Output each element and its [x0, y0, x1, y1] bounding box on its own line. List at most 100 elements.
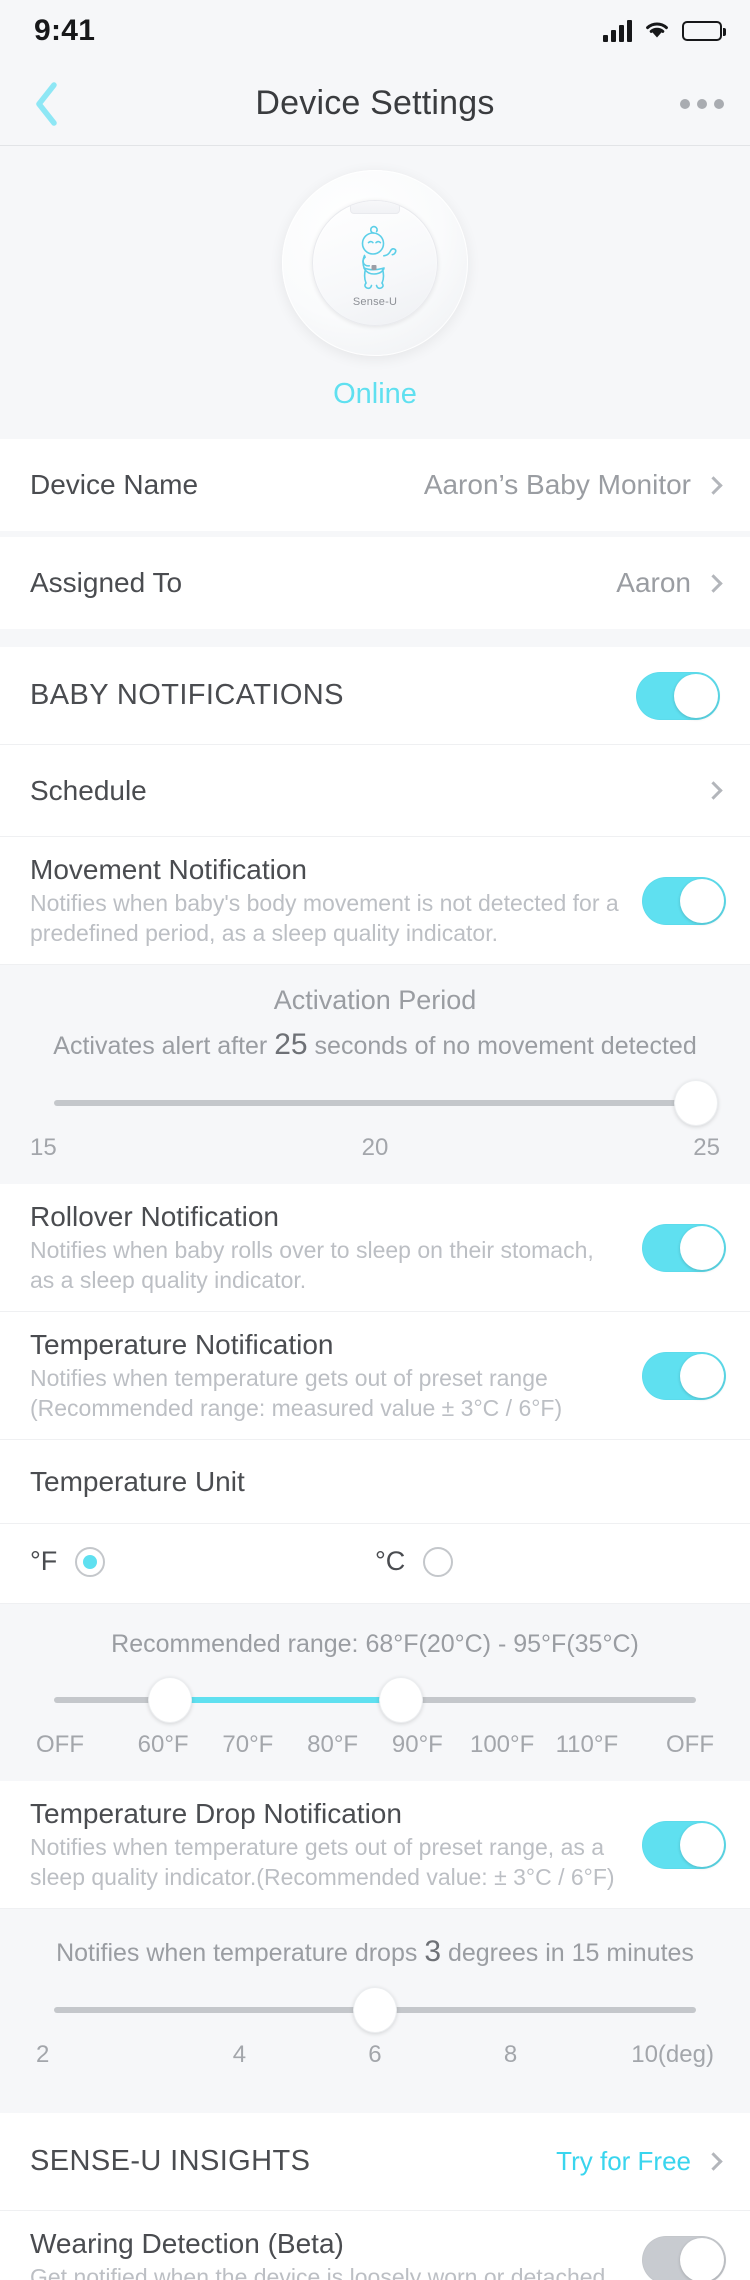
- baby-notifications-toggle[interactable]: [636, 671, 720, 720]
- status-bar: 9:41: [0, 0, 750, 62]
- assigned-to-value: Aaron: [616, 567, 691, 598]
- temperature-drop-slider[interactable]: [54, 1987, 696, 2034]
- movement-notification-row: Movement Notification Notifies when baby…: [0, 837, 750, 966]
- schedule-label: Schedule: [30, 774, 147, 806]
- activation-period-ticks: 15 20 25: [30, 1134, 720, 1162]
- device-name-row[interactable]: Device Name Aaron’s Baby Monitor: [0, 439, 750, 531]
- temperature-drop-notification-title: Temperature Drop Notification: [30, 1798, 402, 1830]
- temperature-unit-option-celsius[interactable]: °C: [375, 1546, 720, 1577]
- nav-bar: Device Settings: [0, 62, 750, 146]
- tick-label: 25: [693, 1134, 720, 1162]
- chevron-left-icon: [36, 81, 57, 126]
- schedule-row[interactable]: Schedule: [0, 745, 750, 837]
- temperature-drop-caption-before: Notifies when temperature drops: [56, 1939, 425, 1968]
- slider-thumb-low[interactable]: [147, 1677, 192, 1724]
- tick-label: 80°F: [307, 1731, 359, 1759]
- temperature-range-ticks: OFF 60°F 70°F 80°F 90°F 100°F 110°F OFF: [30, 1731, 720, 1759]
- wearing-detection-title: Wearing Detection (Beta): [30, 2228, 344, 2260]
- tick-label: OFF: [666, 1731, 714, 1759]
- more-horizontal-icon-dot: [697, 98, 707, 109]
- more-options-button[interactable]: [680, 98, 724, 109]
- slider-thumb[interactable]: [674, 1080, 718, 1127]
- activation-period-title: Activation Period: [273, 985, 477, 1016]
- assigned-to-row[interactable]: Assigned To Aaron: [0, 537, 750, 629]
- assigned-to-label: Assigned To: [30, 567, 183, 598]
- activation-period-slider[interactable]: [54, 1080, 718, 1127]
- baby-notifications-title: BABY NOTIFICATIONS: [30, 679, 344, 711]
- temperature-drop-notification-row: Temperature Drop Notification Notifies w…: [0, 1781, 750, 1910]
- baby-notifications-header: BABY NOTIFICATIONS: [0, 647, 750, 745]
- temperature-drop-value: 3: [424, 1935, 441, 1969]
- device-status-badge: Online: [333, 378, 417, 410]
- try-for-free-button[interactable]: Try for Free: [556, 2146, 723, 2177]
- tick-label: 90°F: [391, 1731, 443, 1759]
- section-spacer: [0, 629, 750, 647]
- sense-u-baby-monitor-device: Sense-U: [312, 200, 438, 326]
- tick-label: 8: [503, 2041, 518, 2069]
- tick-label: OFF: [36, 1731, 84, 1759]
- tick-label: 10(deg): [631, 2041, 714, 2069]
- device-brand-label: Sense-U: [352, 296, 398, 308]
- wearing-detection-row: Wearing Detection (Beta) Get notified wh…: [0, 2211, 750, 2280]
- device-name-label: Device Name: [30, 469, 199, 500]
- slider-thumb-high[interactable]: [378, 1677, 423, 1724]
- baby-icon: [349, 224, 401, 295]
- temperature-drop-notification-toggle[interactable]: [642, 1820, 726, 1869]
- back-button[interactable]: [18, 76, 74, 132]
- device-hero: Sense-U Online: [0, 146, 750, 439]
- status-bar-indicators: [603, 18, 726, 45]
- movement-notification-toggle[interactable]: [642, 876, 726, 925]
- slider-range-fill: [169, 1697, 401, 1704]
- temperature-range-caption: Recommended range: 68°F(20°C) - 95°F(35°…: [111, 1630, 639, 1659]
- celsius-radio[interactable]: [423, 1546, 454, 1577]
- tick-label: 20: [361, 1134, 389, 1162]
- chevron-right-icon: [704, 573, 723, 593]
- wearing-detection-toggle[interactable]: [642, 2235, 726, 2280]
- cellular-signal-icon: [603, 20, 632, 42]
- activation-period-caption-after: seconds of no movement detected: [307, 1032, 697, 1061]
- activation-period-caption-before: Activates alert after: [53, 1032, 275, 1061]
- activation-period-caption: Activates alert after 25 seconds of no m…: [30, 1028, 720, 1062]
- temperature-range-slider[interactable]: [54, 1677, 696, 1724]
- movement-notification-subtitle: Notifies when baby's body movement is no…: [30, 890, 619, 946]
- more-horizontal-icon-dot: [680, 98, 690, 109]
- device-image[interactable]: Sense-U: [282, 170, 468, 356]
- tick-label: 60°F: [137, 1731, 189, 1759]
- rollover-notification-subtitle: Notifies when baby rolls over to sleep o…: [30, 1237, 594, 1293]
- sense-u-insights-title: SENSE-U INSIGHTS: [30, 2145, 311, 2178]
- activation-period-value: 25: [274, 1028, 308, 1062]
- temperature-notification-title: Temperature Notification: [30, 1329, 334, 1361]
- tick-label: 15: [30, 1134, 57, 1162]
- temperature-drop-ticks: 2 4 6 8 10(deg): [30, 2041, 720, 2069]
- wifi-icon: [643, 18, 671, 45]
- rollover-notification-title: Rollover Notification: [30, 1201, 279, 1233]
- temperature-unit-row: Temperature Unit: [0, 1440, 750, 1525]
- tick-label: 70°F: [222, 1731, 274, 1759]
- tick-label: 2: [36, 2041, 50, 2069]
- assigned-to-group: Assigned To Aaron: [0, 537, 750, 629]
- device-name-value: Aaron’s Baby Monitor: [423, 469, 691, 500]
- temperature-unit-label: Temperature Unit: [30, 1465, 245, 1497]
- rollover-notification-toggle[interactable]: [642, 1223, 726, 1272]
- temperature-notification-toggle[interactable]: [642, 1351, 726, 1400]
- temperature-drop-slider-panel: Notifies when temperature drops 3 degree…: [0, 1909, 750, 2100]
- tick-label: 4: [232, 2041, 247, 2069]
- temperature-drop-notification-subtitle: Notifies when temperature gets out of pr…: [30, 1834, 615, 1890]
- status-bar-time: 9:41: [34, 14, 96, 47]
- slider-thumb[interactable]: [353, 1987, 397, 2034]
- tick-label: 110°F: [555, 1731, 619, 1759]
- device-settings-screen: 9:41 Device Settings Sense-U Online Devi…: [0, 0, 750, 2280]
- temperature-notification-subtitle: Notifies when temperature gets out of pr…: [30, 1365, 563, 1421]
- device-clip-nub: [350, 201, 400, 214]
- fahrenheit-radio[interactable]: [75, 1546, 106, 1577]
- try-for-free-label: Try for Free: [556, 2146, 691, 2177]
- wearing-detection-subtitle: Get notified when the device is loosely …: [30, 2264, 606, 2280]
- tick-label: 100°F: [469, 1731, 535, 1759]
- temperature-drop-caption-after: degrees in 15 minutes: [441, 1939, 694, 1968]
- tick-label: 6: [368, 2041, 382, 2069]
- temperature-unit-option-fahrenheit[interactable]: °F: [30, 1546, 375, 1577]
- celsius-label: °C: [375, 1546, 406, 1577]
- temperature-range-panel: Recommended range: 68°F(20°C) - 95°F(35°…: [0, 1604, 750, 1782]
- temperature-unit-options: °F °C: [0, 1524, 750, 1605]
- movement-notification-title: Movement Notification: [30, 854, 308, 885]
